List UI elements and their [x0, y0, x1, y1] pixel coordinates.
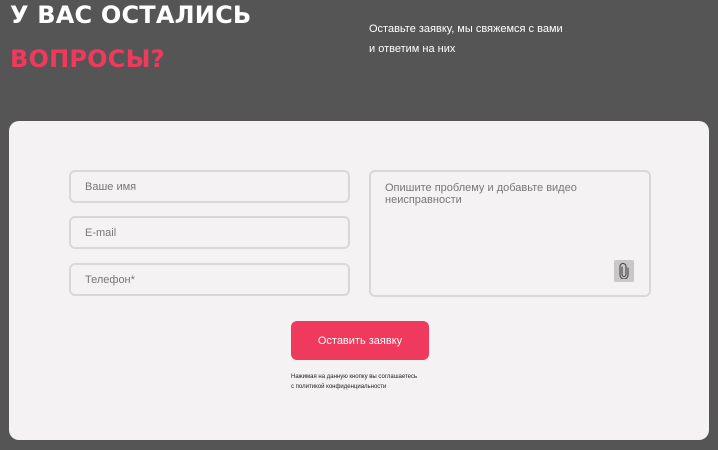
section-subtext: Оставьте заявку, мы свяжемся с вами и от…: [369, 19, 609, 59]
privacy-notice-line1: Нажимая на данную кнопку вы соглашаетесь: [291, 374, 418, 380]
message-textarea-placeholder: Опишите проблему и добавьте видео неиспр…: [385, 182, 577, 206]
submit-request-button[interactable]: Оставить заявку: [291, 321, 429, 360]
privacy-notice: Нажимая на данную кнопку вы соглашаетесь…: [291, 372, 491, 392]
section-subtext-line2: и ответим на них: [369, 43, 456, 55]
phone-field[interactable]: Телефон*: [69, 263, 350, 296]
request-form-card: Ваше имя E-mail Телефон* Опишите проблем…: [9, 121, 709, 440]
message-textarea[interactable]: Опишите проблему и добавьте видео неиспр…: [369, 170, 651, 297]
section-title-line2: ВОПРОСЫ?: [10, 45, 165, 73]
privacy-notice-line2: с политикой конфиденциальности: [291, 384, 387, 390]
paperclip-icon: [619, 263, 629, 279]
section-subtext-line1: Оставьте заявку, мы свяжемся с вами: [369, 23, 563, 35]
section-title-line1: У ВАС ОСТАЛИСЬ: [10, 1, 252, 29]
section-title: У ВАС ОСТАЛИСЬ ВОПРОСЫ?: [10, 3, 251, 71]
email-field-placeholder: E-mail: [85, 226, 117, 239]
name-field-placeholder: Ваше имя: [85, 180, 137, 193]
name-field[interactable]: Ваше имя: [69, 170, 350, 203]
phone-field-placeholder: Телефон*: [85, 273, 135, 286]
attach-button[interactable]: [614, 260, 634, 282]
email-field[interactable]: E-mail: [69, 216, 350, 249]
submit-request-label: Оставить заявку: [317, 334, 403, 347]
